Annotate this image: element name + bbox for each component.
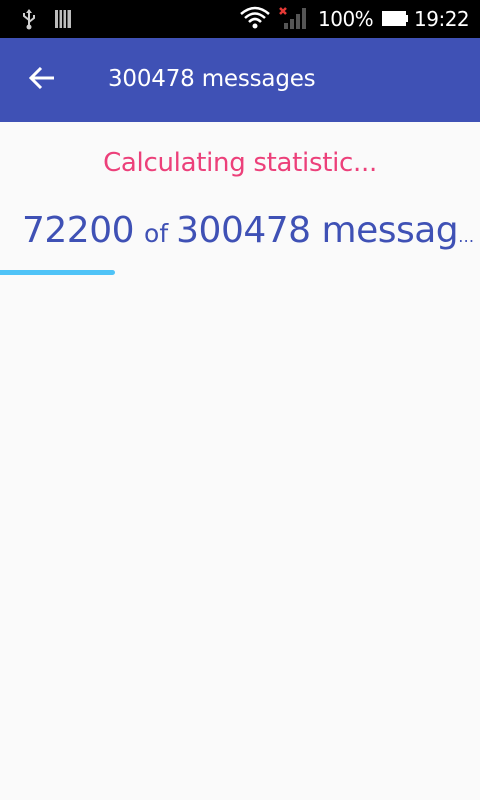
clock: 19:22 <box>414 7 470 31</box>
sd-card-icon <box>55 10 71 32</box>
progress-total-count: 300478 messag… <box>176 210 480 251</box>
progress-counter: 72200 of 300478 messag… <box>22 210 480 251</box>
app-bar: 300478 messages <box>0 38 480 122</box>
page-title: 300478 messages <box>108 66 316 92</box>
progress-bar <box>0 270 480 276</box>
progress-current-count: 72200 <box>22 210 135 251</box>
battery-icon <box>382 11 408 30</box>
progress-bar-fill <box>0 270 116 275</box>
usb-icon <box>20 8 38 34</box>
back-button[interactable] <box>14 52 70 108</box>
progress-of-label: of <box>144 219 169 248</box>
wifi-icon <box>240 6 270 34</box>
status-bar: 100% 19:22 <box>0 0 480 38</box>
arrow-back-icon <box>28 66 55 93</box>
battery-percent: 100% <box>318 7 374 31</box>
signal-no-sim-icon <box>278 5 306 35</box>
calculating-status-text: Calculating statistic... <box>103 148 377 178</box>
